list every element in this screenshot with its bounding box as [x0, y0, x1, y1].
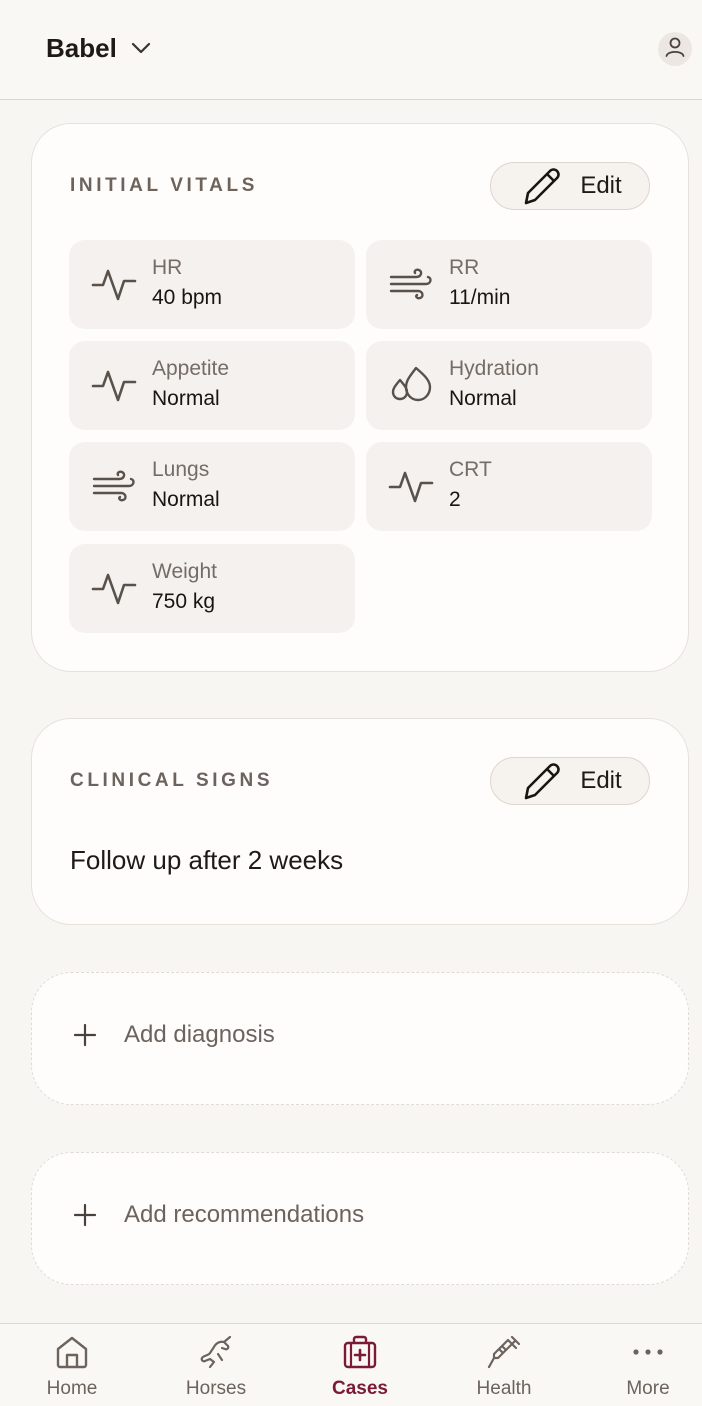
vital-tile-hydration: Hydration Normal	[366, 341, 652, 430]
clinical-signs-title: CLINICAL SIGNS	[70, 770, 274, 791]
nav-label: More	[626, 1378, 670, 1399]
pulse-icon	[91, 362, 137, 408]
vital-value: 750 kg	[152, 590, 216, 613]
vital-tile-rr: RR 11/min	[366, 240, 652, 329]
add-diagnosis-card[interactable]: Add diagnosis	[31, 972, 689, 1105]
syringe-icon	[486, 1334, 522, 1370]
wind-icon	[91, 463, 137, 509]
plus-icon	[72, 1202, 98, 1228]
vital-value: 11/min	[449, 286, 511, 309]
pulse-icon	[91, 261, 137, 307]
pencil-icon	[518, 760, 562, 802]
bottom-navigation: Home Horses Cases Health More	[0, 1323, 702, 1406]
vital-tile-hr: HR 40 bpm	[69, 240, 355, 329]
vital-label: Lungs	[152, 458, 210, 481]
horse-icon	[198, 1334, 234, 1370]
vital-value: 40 bpm	[152, 286, 223, 309]
vital-tile-appetite: Appetite Normal	[69, 341, 355, 430]
top-header: Babel	[0, 0, 702, 100]
pulse-icon	[91, 565, 137, 611]
plus-icon	[72, 1022, 98, 1048]
vitals-edit-label: Edit	[580, 172, 622, 199]
nav-label: Cases	[332, 1378, 388, 1399]
pencil-icon	[518, 165, 562, 207]
home-icon	[54, 1334, 90, 1370]
nav-item-cases[interactable]: Cases	[300, 1324, 420, 1406]
nav-label: Horses	[185, 1378, 247, 1399]
vital-value: Normal	[152, 488, 220, 511]
add-diagnosis-label: Add diagnosis	[124, 1021, 275, 1048]
initial-vitals-title: INITIAL VITALS	[70, 175, 258, 196]
vital-label: Weight	[152, 560, 217, 583]
add-recommendations-card[interactable]: Add recommendations	[31, 1152, 689, 1285]
vital-tile-weight: Weight 750 kg	[69, 544, 355, 633]
nav-item-health[interactable]: Health	[444, 1324, 564, 1406]
add-diagnosis-button[interactable]: Add diagnosis	[72, 1021, 275, 1049]
vital-label: RR	[449, 256, 480, 279]
add-recommendations-button[interactable]: Add recommendations	[72, 1201, 364, 1229]
nav-item-horses[interactable]: Horses	[156, 1324, 276, 1406]
nav-item-home[interactable]: Home	[12, 1324, 132, 1406]
initial-vitals-card: INITIAL VITALS Edit HR 40 bpm RR 11/min	[31, 123, 689, 672]
vital-value: 2	[449, 488, 461, 511]
more-dots-icon	[630, 1334, 666, 1370]
vital-label: CRT	[449, 458, 492, 481]
profile-button[interactable]	[658, 32, 692, 66]
nav-item-more[interactable]: More	[588, 1324, 702, 1406]
nav-label: Health	[476, 1378, 532, 1399]
pulse-icon	[388, 463, 434, 509]
vital-label: HR	[152, 256, 183, 279]
vital-label: Appetite	[152, 357, 230, 380]
vitals-edit-button[interactable]: Edit	[490, 162, 650, 210]
droplets-icon	[388, 362, 434, 408]
clinical-signs-edit-button[interactable]: Edit	[490, 757, 650, 805]
clinical-signs-card: CLINICAL SIGNS Edit Follow up after 2 we…	[31, 718, 689, 925]
add-recommendations-label: Add recommendations	[124, 1201, 365, 1228]
horse-name: Babel	[46, 32, 117, 63]
vital-tile-crt: CRT 2	[366, 442, 652, 531]
user-icon	[663, 35, 687, 64]
horse-selector[interactable]: Babel	[46, 30, 151, 66]
vital-tile-lungs: Lungs Normal	[69, 442, 355, 531]
vital-value: Normal	[152, 387, 220, 410]
chevron-down-icon	[131, 42, 151, 54]
medical-kit-icon	[342, 1334, 378, 1370]
nav-label: Home	[46, 1378, 98, 1399]
vital-label: Hydration	[449, 357, 539, 380]
clinical-signs-edit-label: Edit	[580, 767, 622, 794]
vital-value: Normal	[449, 387, 517, 410]
wind-icon	[388, 261, 434, 307]
clinical-signs-text: Follow up after 2 weeks	[70, 845, 344, 875]
app-screen: Babel INITIAL VITALS Edit HR 40 bpm RR 1…	[0, 0, 702, 1406]
